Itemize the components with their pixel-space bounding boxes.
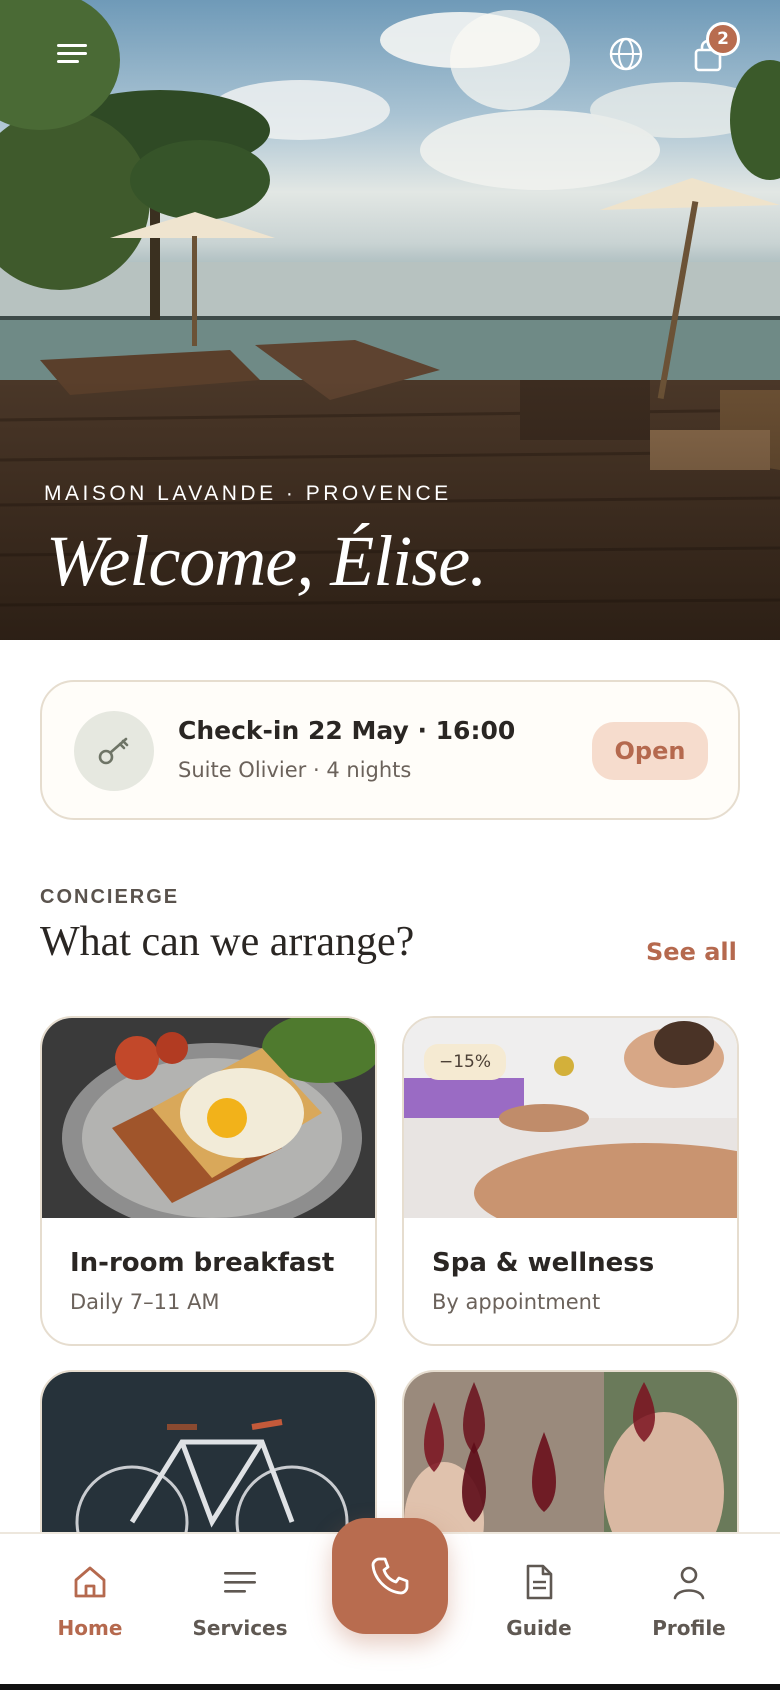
nav-label-services: Services <box>192 1616 288 1640</box>
nav-item-guide[interactable]: Guide <box>479 1562 599 1662</box>
document-icon <box>526 1564 553 1600</box>
section-title: What can we arrange? <box>40 919 415 965</box>
hotel-location-label: MAISON LAVANDE · PROVENCE <box>44 482 452 505</box>
card-title: Spa & wellness <box>432 1248 655 1278</box>
nav-label-profile: Profile <box>652 1616 726 1640</box>
nav-label-guide: Guide <box>506 1616 572 1640</box>
nav-item-profile[interactable]: Profile <box>629 1562 749 1662</box>
service-card-breakfast[interactable]: In-room breakfast Daily 7–11 AM <box>40 1016 377 1346</box>
checkin-title: Check-in 22 May · 16:00 <box>178 716 516 745</box>
open-room-button[interactable]: Open <box>592 722 708 780</box>
user-icon <box>673 1566 705 1600</box>
phone-icon <box>371 1557 409 1595</box>
service-card-spa[interactable]: −15% Spa & wellness By appointment <box>402 1016 739 1346</box>
call-concierge-button[interactable] <box>332 1518 448 1634</box>
welcome-heading: Welcome, Élise. <box>46 521 487 601</box>
menu-button[interactable] <box>50 32 94 76</box>
nav-item-services[interactable]: Services <box>180 1562 300 1662</box>
home-icon <box>74 1566 106 1598</box>
system-bottom-bar <box>0 1684 780 1690</box>
globe-icon <box>609 37 643 71</box>
checkin-card[interactable]: Check-in 22 May · 16:00 Suite Olivier · … <box>40 680 740 820</box>
nav-label-home: Home <box>57 1616 123 1640</box>
card-subtitle: By appointment <box>432 1290 601 1314</box>
menu-icon <box>57 44 87 63</box>
card-subtitle: Daily 7–11 AM <box>70 1290 220 1314</box>
language-button[interactable] <box>604 32 648 76</box>
key-icon <box>98 737 129 765</box>
key-icon-circle <box>74 711 154 791</box>
discount-badge: −15% <box>424 1044 506 1080</box>
cart-count-badge: 2 <box>706 22 740 56</box>
see-all-link[interactable]: See all <box>646 938 737 966</box>
hero-banner: 2 MAISON LAVANDE · PROVENCE Welcome, Éli… <box>0 0 780 640</box>
card-title: In-room breakfast <box>70 1248 335 1278</box>
breakfast-photo <box>42 1018 375 1218</box>
checkin-subtitle: Suite Olivier · 4 nights <box>178 758 412 782</box>
nav-item-home[interactable]: Home <box>30 1562 150 1662</box>
section-eyebrow: CONCIERGE <box>40 886 180 908</box>
services-icon <box>224 1572 256 1593</box>
